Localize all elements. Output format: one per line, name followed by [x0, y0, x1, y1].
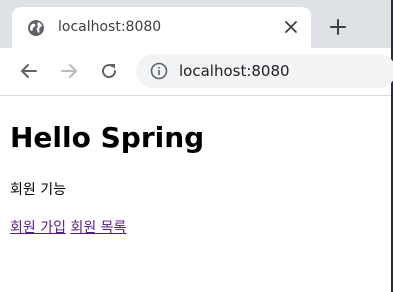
member-join-link[interactable]: 회원 가입 — [10, 220, 66, 236]
member-links: 회원 가입 회원 목록 — [10, 218, 126, 238]
plus-icon[interactable] — [329, 18, 347, 36]
browser-window: localhost:8080 localhost:8080 Hello Spri… — [0, 0, 393, 292]
address-bar[interactable]: localhost:8080 — [136, 54, 393, 88]
browser-toolbar: localhost:8080 — [0, 48, 393, 96]
info-icon[interactable] — [150, 62, 168, 80]
forward-arrow-icon[interactable] — [59, 61, 79, 81]
url-text[interactable]: localhost:8080 — [179, 60, 290, 82]
page-heading: Hello Spring — [10, 121, 205, 154]
member-list-link[interactable]: 회원 목록 — [70, 220, 126, 236]
back-arrow-icon[interactable] — [19, 61, 39, 81]
globe-icon — [28, 20, 44, 36]
tab-strip: localhost:8080 — [0, 0, 391, 48]
tab-localhost[interactable]: localhost:8080 — [12, 7, 311, 48]
close-icon[interactable] — [282, 18, 300, 36]
reload-icon[interactable] — [99, 61, 119, 81]
tab-title: localhost:8080 — [58, 19, 162, 35]
member-feature-label: 회원 기능 — [10, 182, 66, 198]
